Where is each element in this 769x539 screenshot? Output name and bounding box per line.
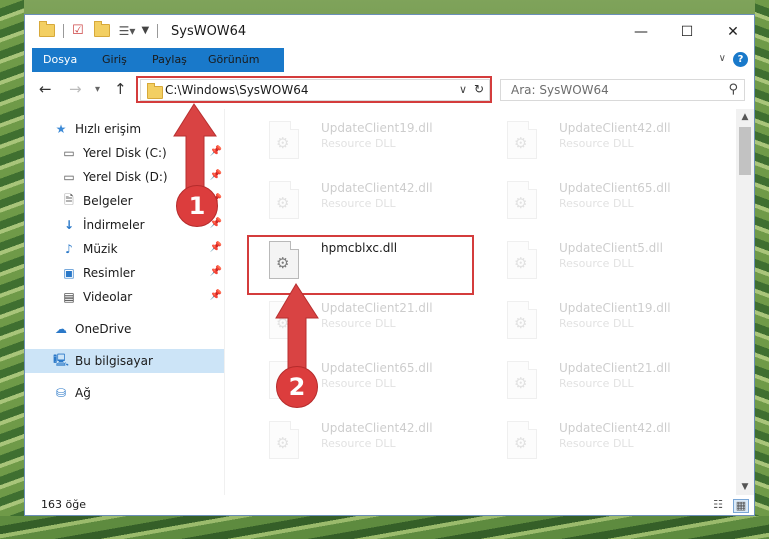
annotation-arrows xyxy=(173,103,319,371)
step-badge-1: 1 xyxy=(176,185,218,227)
arrow-up-2 xyxy=(275,283,319,371)
step-badge-2: 2 xyxy=(276,366,318,408)
arrow-up-1 xyxy=(173,103,217,197)
